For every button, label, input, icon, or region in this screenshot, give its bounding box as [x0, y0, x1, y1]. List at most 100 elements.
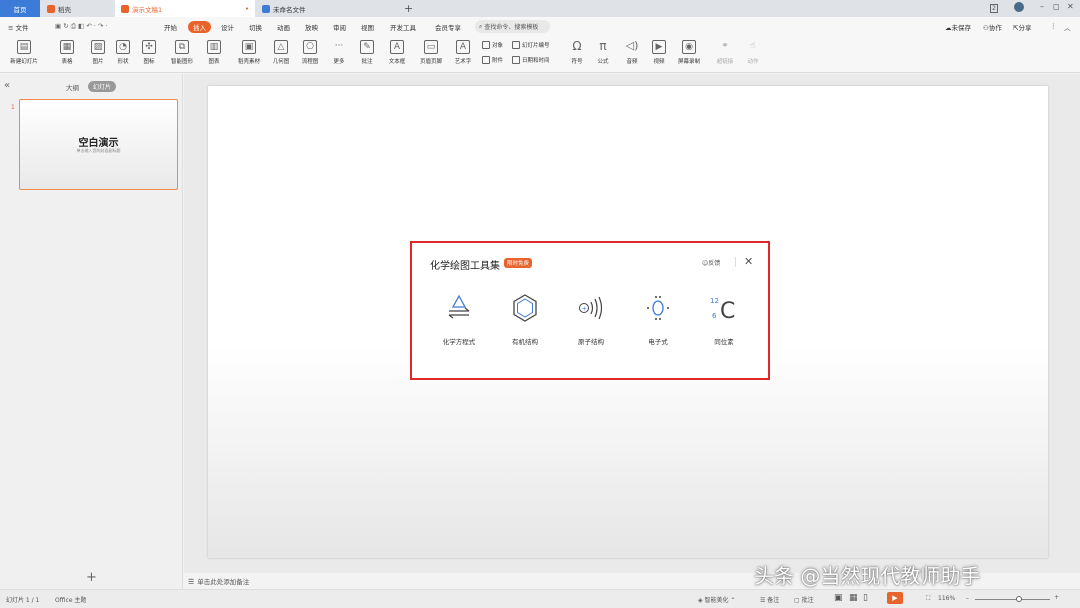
- tab-untitled-label: 未命名文件: [273, 5, 306, 14]
- collab-button[interactable]: ⚇协作: [983, 22, 1002, 32]
- chart-icon: ▥: [207, 40, 221, 54]
- calendar-icon: [512, 56, 520, 64]
- isotope-button[interactable]: 12 6 C 同位素: [699, 293, 749, 346]
- tab-docer[interactable]: 稻壳: [41, 0, 113, 17]
- quick-access-icons[interactable]: ▣ ↻ ⎙ ◧ ↶ · ↷ ·: [55, 22, 107, 31]
- window-count-icon[interactable]: 2: [990, 4, 998, 13]
- feedback-button[interactable]: ☺反馈: [702, 258, 720, 267]
- geometry-button[interactable]: △ 几何图: [267, 40, 295, 65]
- unsaved-button[interactable]: ☁未保存: [945, 22, 971, 32]
- slide-number: 1: [11, 104, 15, 111]
- electron-formula-button[interactable]: 电子式: [633, 293, 683, 346]
- comments-toggle[interactable]: ▢ 批注: [794, 595, 814, 604]
- normal-view-icon[interactable]: ▣: [834, 593, 843, 603]
- icons-button[interactable]: ✣ 图标: [135, 40, 163, 65]
- wordart-button[interactable]: A 艺术字: [449, 40, 477, 65]
- comment-button[interactable]: ✎ 批注: [353, 40, 381, 65]
- chart-button[interactable]: ▥ 图表: [200, 40, 228, 65]
- slides-tab[interactable]: 幻灯片: [88, 81, 117, 92]
- tab-close-icon[interactable]: •: [245, 5, 249, 13]
- new-slide-label: 新建幻灯片: [10, 59, 38, 65]
- hyperlink-button[interactable]: ⚭ 超链接: [711, 40, 739, 65]
- smart-beautify-button[interactable]: ◈ 智能美化 ⌃: [698, 595, 735, 604]
- outline-tab[interactable]: 大纲: [66, 82, 79, 92]
- shape-button[interactable]: ◔ 形状: [109, 40, 137, 65]
- menu-developer[interactable]: 开发工具: [390, 22, 416, 32]
- organic-structure-button[interactable]: 有机结构: [500, 293, 550, 346]
- close-icon[interactable]: ✕: [744, 255, 753, 268]
- collapse-ribbon-icon[interactable]: ︿: [1064, 22, 1071, 32]
- slide-thumbnail[interactable]: 空白演示 单击输入您的封面副标题: [19, 99, 178, 190]
- collab-label: 协作: [988, 24, 1002, 32]
- object-button[interactable]: 对象: [482, 41, 503, 49]
- formula-button[interactable]: π 公式: [589, 40, 617, 65]
- thumbnail-subtitle: 单击输入您的封面副标题: [76, 148, 121, 153]
- organic-structure-icon: [513, 294, 537, 322]
- tab-home[interactable]: 首页: [0, 0, 40, 17]
- menu-design[interactable]: 设计: [221, 22, 234, 32]
- menu-start[interactable]: 开始: [164, 22, 177, 32]
- icons-icon: ✣: [142, 40, 156, 54]
- zoom-level[interactable]: 116%: [938, 595, 955, 602]
- comments-toggle-label: 批注: [801, 597, 814, 604]
- avatar[interactable]: [1014, 2, 1024, 12]
- menu-transition[interactable]: 切换: [249, 22, 262, 32]
- electron-formula-label: 电子式: [648, 338, 668, 346]
- new-tab-button[interactable]: +: [404, 2, 413, 15]
- textbox-button[interactable]: A 文本框: [383, 40, 411, 65]
- menu-member[interactable]: 会员专享: [435, 22, 461, 32]
- search-input[interactable]: ⌕ 查找命令、搜索模板: [475, 20, 550, 33]
- more-menu-icon[interactable]: ⋮: [1050, 22, 1057, 30]
- slide-number-button[interactable]: 幻灯片编号: [512, 41, 550, 49]
- fit-window-icon[interactable]: ⛶: [926, 595, 930, 603]
- symbol-button[interactable]: Ω 符号: [563, 40, 591, 65]
- tab-presentation1[interactable]: 演示文稿1 •: [115, 0, 255, 17]
- play-slideshow-icon[interactable]: ▶: [887, 592, 903, 604]
- zoom-slider[interactable]: [975, 599, 1050, 600]
- more-button[interactable]: ··· 更多: [325, 40, 353, 65]
- presentation-icon: [121, 4, 129, 13]
- thumbnail-title: 空白演示: [78, 138, 119, 149]
- atomic-structure-button[interactable]: + 原子结构: [566, 293, 616, 346]
- chemical-equation-button[interactable]: 化学方程式: [434, 293, 484, 346]
- close-window-icon[interactable]: ✕: [1067, 2, 1074, 11]
- maximize-icon[interactable]: ◻: [1053, 2, 1060, 11]
- collapse-panel-icon[interactable]: «: [4, 80, 10, 91]
- isotope-label: 同位素: [714, 338, 734, 346]
- sorter-view-icon[interactable]: ▦: [849, 593, 858, 603]
- zoom-slider-handle[interactable]: [1016, 596, 1022, 602]
- share-button[interactable]: ⇱分享: [1013, 22, 1031, 32]
- free-badge: 限时免费: [504, 258, 533, 268]
- menu-slideshow[interactable]: 放映: [305, 22, 318, 32]
- audio-button[interactable]: ◁) 音频: [618, 40, 646, 66]
- file-menu[interactable]: ≡ 文件: [8, 22, 29, 32]
- menu-insert[interactable]: 插入: [188, 21, 211, 33]
- zoom-out-icon[interactable]: –: [966, 595, 969, 602]
- new-slide-button[interactable]: ▤ 新建幻灯片: [4, 40, 44, 65]
- datetime-button[interactable]: 日期和时间: [512, 56, 550, 64]
- chemical-equation-icon: [448, 294, 470, 319]
- zoom-in-icon[interactable]: +: [1054, 594, 1059, 601]
- menu-animation[interactable]: 动画: [277, 22, 290, 32]
- header-footer-button[interactable]: ▭ 页眉页脚: [416, 40, 446, 65]
- menu-view[interactable]: 视图: [361, 22, 374, 32]
- minimize-icon[interactable]: –: [1040, 2, 1044, 11]
- picture-button[interactable]: ▨ 图片: [84, 40, 112, 65]
- smartart-button[interactable]: ⧉ 智能图形: [166, 40, 198, 65]
- flowchart-button[interactable]: ⎔ 流程图: [296, 40, 324, 65]
- tab-untitled[interactable]: 未命名文件: [256, 0, 396, 17]
- flowchart-icon: ⎔: [303, 40, 317, 54]
- reading-view-icon[interactable]: ▯: [863, 593, 868, 603]
- dialog-title: 化学绘图工具集: [430, 261, 500, 272]
- title-bar: 首页 稻壳 演示文稿1 • 未命名文件 + 2 – ◻ ✕: [0, 0, 1080, 17]
- notes-toggle[interactable]: ☰ 备注: [760, 595, 779, 604]
- notes-icon: ☰: [188, 578, 195, 586]
- video-button[interactable]: ▶ 视频: [645, 40, 673, 65]
- attachment-button[interactable]: 附件: [482, 56, 503, 64]
- table-button[interactable]: ▦ 表格: [53, 40, 81, 65]
- action-button[interactable]: ☝ 动作: [739, 40, 767, 65]
- add-slide-button[interactable]: +: [86, 570, 97, 585]
- material-button[interactable]: ▣ 稻壳素材: [234, 40, 264, 65]
- menu-review[interactable]: 审阅: [333, 22, 346, 32]
- screen-record-button[interactable]: ◉ 屏幕录制: [673, 40, 705, 65]
